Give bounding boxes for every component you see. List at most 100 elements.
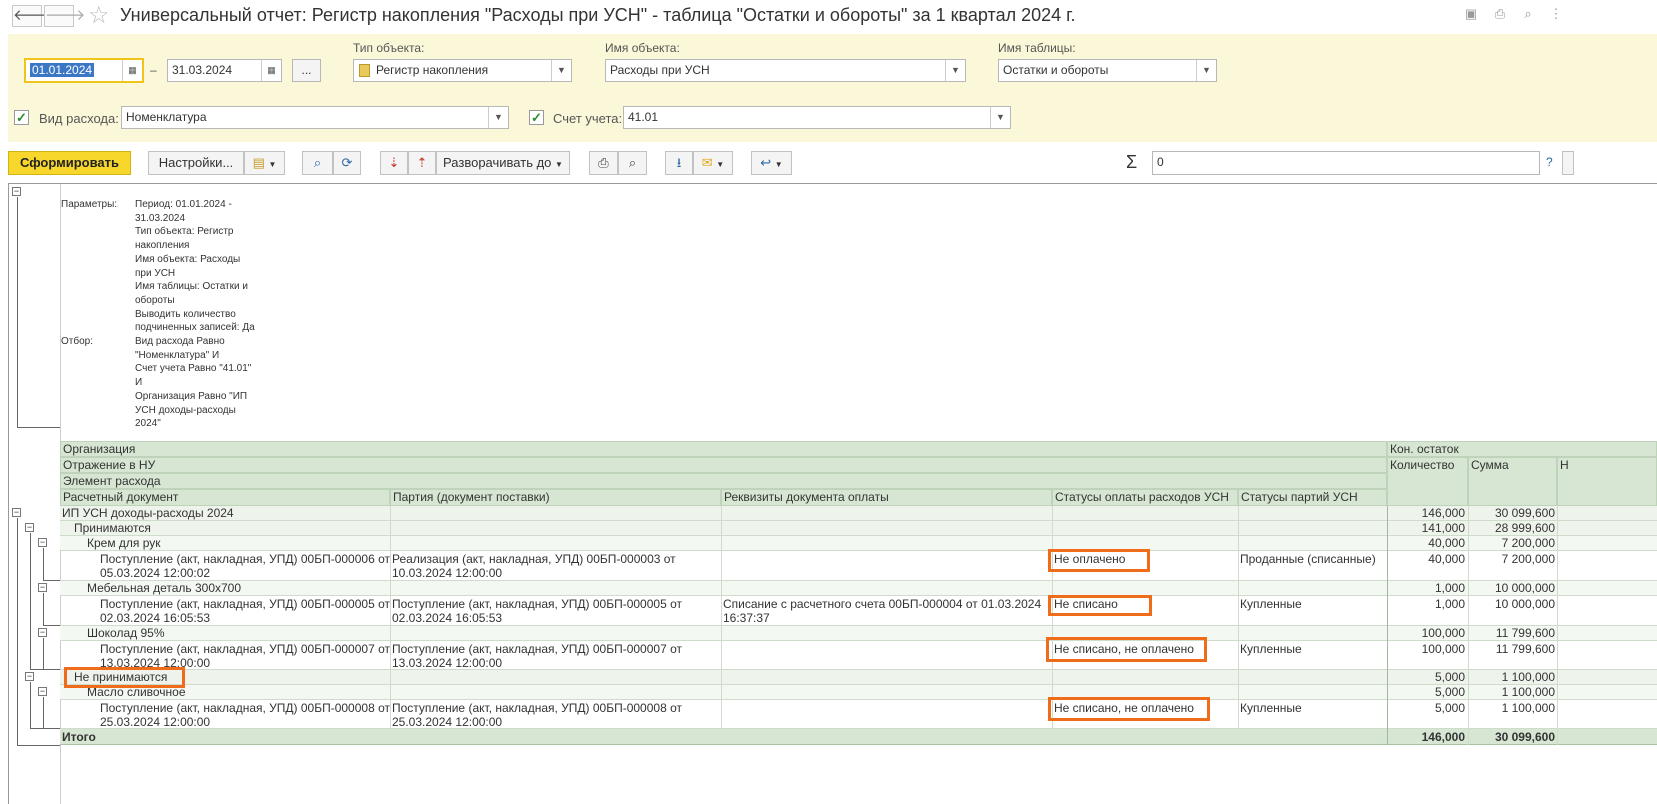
doc-line-1: Поступление (акт, накладная, УПД) 00БП-0… (100, 597, 390, 611)
payment-line-2: 16:37:37 (723, 611, 770, 625)
header-end-balance: Кон. остаток (1387, 441, 1657, 457)
collapse-button[interactable]: ⇣ (380, 151, 408, 175)
date-to-field[interactable]: 31.03.2024 ▦ (167, 59, 282, 82)
object-type-label: Тип объекта: (353, 41, 425, 55)
org-qty: 146,000 (1421, 506, 1465, 520)
account-select[interactable]: 41.01 ▼ (623, 106, 1011, 129)
variants-button[interactable]: ▤ ▼ (244, 151, 285, 175)
doc-sum: 1 100,000 (1501, 701, 1555, 715)
table-name-select[interactable]: Остатки и обороты ▼ (998, 59, 1217, 82)
period-select-button[interactable]: ... (292, 59, 321, 82)
collapse-not-accepted-icon[interactable]: − (25, 672, 34, 681)
sum-field[interactable]: 0 (1152, 151, 1540, 175)
furniture-sum: 10 000,000 (1494, 581, 1555, 595)
more-icon[interactable]: ⋮ (1548, 6, 1564, 22)
org-name: ИП УСН доходы-расходы 2024 (62, 506, 234, 520)
filter-text: Вид расхода Равно "Номенклатура" И Счет уч… (135, 335, 251, 431)
print-icon[interactable]: ⎙ (1492, 6, 1508, 22)
save-file-button[interactable]: ⭳ (665, 151, 693, 175)
batch-line-2: 02.03.2024 16:05:53 (392, 611, 503, 625)
chocolate-sum: 11 799,600 (1495, 626, 1555, 640)
group-line (17, 427, 60, 428)
star-icon[interactable]: ☆ (88, 1, 110, 30)
accepted-name: Принимаются (74, 521, 151, 535)
expense-kind-select[interactable]: Номенклатура ▼ (121, 106, 509, 129)
chevron-down-icon: ▼ (716, 160, 725, 169)
collapse-chocolate-icon[interactable]: − (38, 628, 47, 637)
butter-qty: 5,000 (1434, 685, 1465, 699)
header-pay-status: Статусы оплаты расходов УСН (1052, 489, 1238, 506)
header-element: Элемент расхода (60, 473, 1387, 489)
column-divider (1387, 506, 1388, 745)
not-accepted-sum: 1 100,000 (1501, 670, 1555, 684)
generate-button[interactable]: Сформировать (8, 151, 131, 175)
object-name-label: Имя объекта: (605, 41, 680, 55)
batch-line-1: Поступление (акт, накладная, УПД) 00БП-0… (392, 597, 682, 611)
preview-icon[interactable]: ⌕ (1520, 6, 1536, 22)
chevron-down-icon[interactable]: ▼ (488, 107, 508, 128)
params-line: подчиненных записей: Да (135, 322, 255, 334)
calendar-icon[interactable]: ▦ (122, 60, 142, 81)
calendar-icon[interactable]: ▦ (261, 60, 281, 81)
collapse-furniture-icon[interactable]: − (38, 583, 47, 592)
group-line (43, 625, 60, 626)
chevron-down-icon[interactable]: ▼ (945, 60, 965, 81)
header-batch: Партия (документ поставки) (390, 489, 721, 506)
collapse-accepted-icon[interactable]: − (25, 523, 34, 532)
settings-button[interactable]: Настройки... (148, 151, 244, 175)
doc-sum: 7 200,000 (1501, 552, 1555, 566)
batch-status: Купленные (1240, 701, 1302, 715)
doc-line-2: 05.03.2024 12:00:02 (100, 566, 211, 580)
account-checkbox[interactable]: ✓ (529, 110, 544, 125)
send-email-button[interactable]: ✉ ▼ (693, 151, 733, 175)
save-icon[interactable]: ▣ (1463, 6, 1479, 22)
doc-line-1: Поступление (акт, накладная, УПД) 00БП-0… (100, 701, 390, 715)
account-label: Счет учета: (553, 111, 623, 126)
header-payment: Реквизиты документа оплаты (721, 489, 1052, 506)
highlight-box (1048, 549, 1150, 572)
doc-sum: 11 799,600 (1495, 642, 1555, 656)
back-button[interactable]: 🡐 (12, 5, 53, 27)
group-line (17, 518, 18, 745)
filter-label: Отбор: (61, 336, 93, 347)
find-button[interactable]: ⌕ (302, 151, 333, 175)
params-line: Имя объекта: Расходы (135, 253, 241, 265)
expand-levels-button[interactable]: ⇡ (408, 151, 436, 175)
total-label: Итого (62, 730, 96, 744)
group-line (30, 682, 31, 728)
params-line: Тип объекта: Регистр (135, 226, 234, 238)
expense-kind-label: Вид расхода: (39, 111, 119, 126)
more-actions-button[interactable]: ↩ ▼ (751, 151, 792, 175)
collapse-cream-icon[interactable]: − (38, 538, 47, 547)
collapse-butter-icon[interactable]: − (38, 687, 47, 696)
highlight-box (1046, 637, 1207, 662)
doc-qty: 100,000 (1421, 642, 1465, 656)
find-next-button[interactable]: ⟳ (333, 151, 361, 175)
chevron-down-icon[interactable]: ▼ (1196, 60, 1216, 81)
furniture-name: Мебельная деталь 300х700 (87, 581, 242, 595)
column-divider (721, 506, 722, 729)
print-preview-button[interactable]: ⌕ (618, 151, 647, 175)
expand-to-button[interactable]: Разворачивать до ▼ (436, 151, 570, 175)
furniture-qty: 1,000 (1434, 581, 1465, 595)
help-icon[interactable]: ? (1546, 155, 1553, 169)
chevron-down-icon[interactable]: ▼ (551, 60, 571, 81)
date-from-field[interactable]: 01.01.2024 ▦ (24, 58, 144, 83)
group-line (30, 533, 31, 669)
object-type-select[interactable]: Регистр накопления ▼ (353, 59, 572, 82)
print-button[interactable]: ⎙ (589, 151, 618, 175)
expense-kind-checkbox[interactable]: ✓ (14, 110, 29, 125)
batch-status: Проданные (списанные) (1240, 552, 1376, 566)
search-next-icon: ⟳ (341, 155, 353, 170)
group-line (43, 580, 60, 581)
toolbar-overflow[interactable] (1562, 151, 1574, 175)
object-name-select[interactable]: Расходы при УСН ▼ (605, 59, 966, 82)
doc-qty: 1,000 (1434, 597, 1465, 611)
highlight-box (1048, 697, 1210, 721)
chevron-down-icon[interactable]: ▼ (990, 107, 1010, 128)
variants-icon: ▤ (252, 155, 265, 170)
collapse-params-icon[interactable]: − (12, 187, 21, 196)
forward-button[interactable]: 🡒 (44, 5, 85, 27)
group-line (30, 669, 60, 670)
collapse-org-icon[interactable]: − (12, 508, 21, 517)
